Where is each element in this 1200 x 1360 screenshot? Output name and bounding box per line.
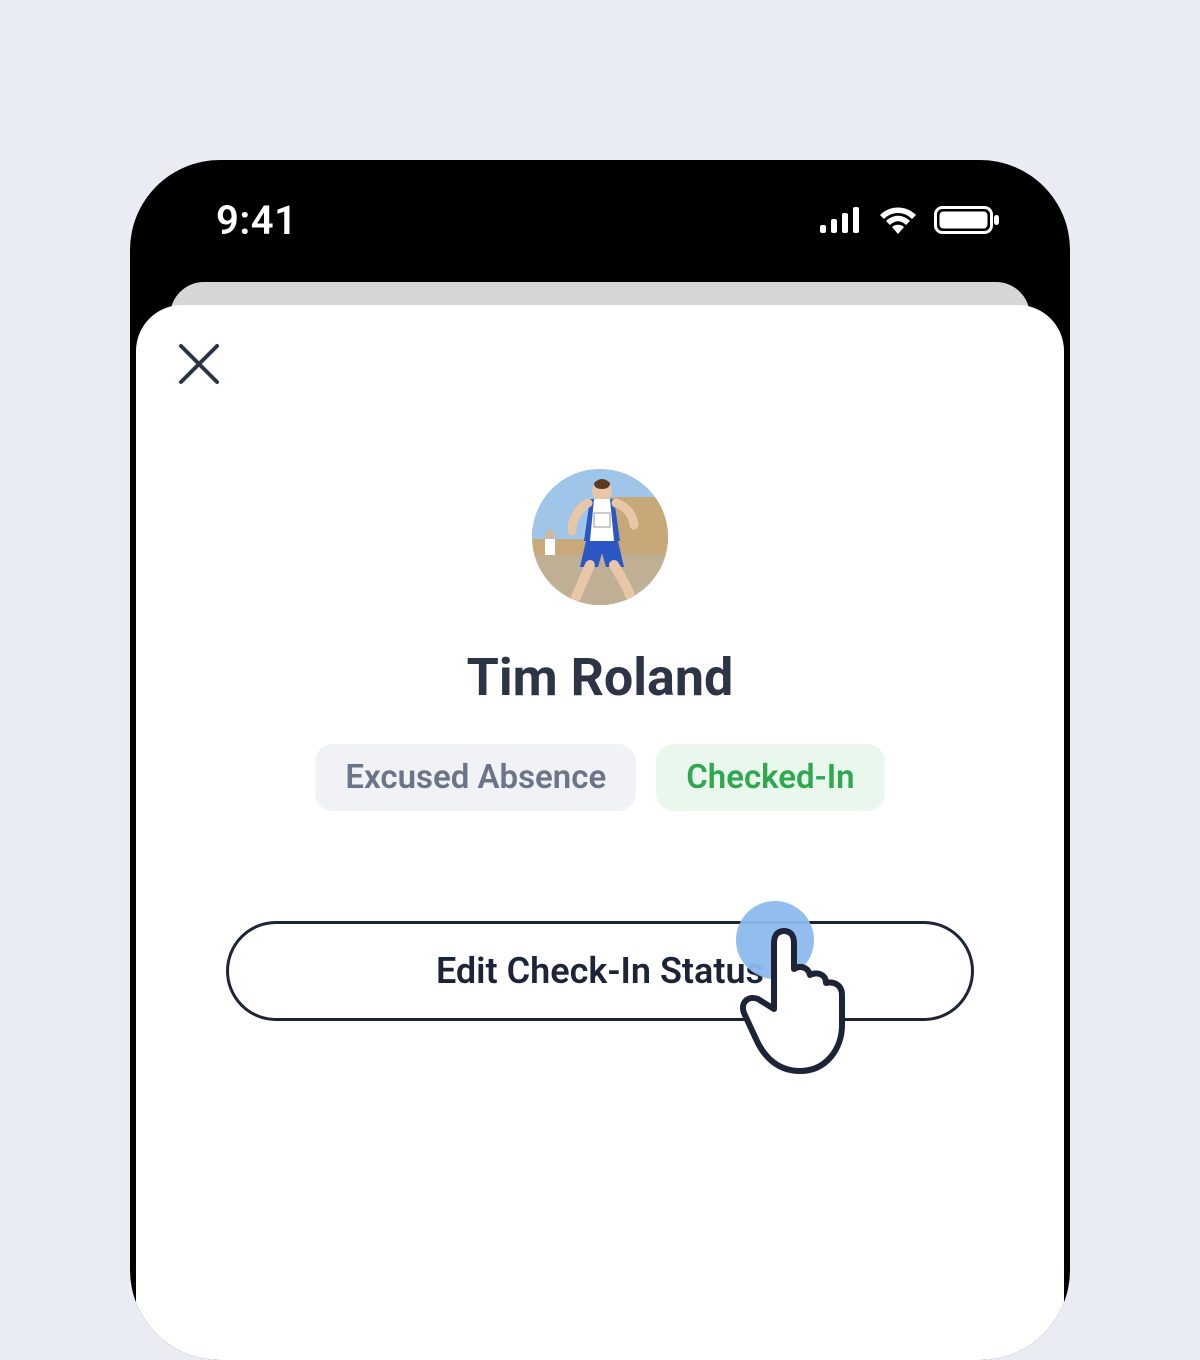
close-icon xyxy=(177,342,221,386)
status-icons xyxy=(820,206,1000,234)
avatar xyxy=(532,469,668,605)
status-time: 9:41 xyxy=(216,197,297,244)
edit-checkin-label: Edit Check-In Status xyxy=(436,950,764,992)
status-bar: 9:41 xyxy=(130,160,1070,280)
profile-name: Tim Roland xyxy=(176,647,1024,708)
avatar-illustration xyxy=(532,469,668,605)
close-button[interactable] xyxy=(172,337,226,391)
badge-excused-absence: Excused Absence xyxy=(315,744,636,811)
profile-sheet: Tim Roland Excused Absence Checked-In Ed… xyxy=(136,305,1064,1360)
cellular-icon xyxy=(820,207,862,233)
phone-frame: 9:41 xyxy=(130,160,1070,1360)
status-badges: Excused Absence Checked-In xyxy=(176,744,1024,811)
edit-checkin-button[interactable]: Edit Check-In Status xyxy=(226,921,974,1021)
wifi-icon xyxy=(878,206,918,234)
battery-icon xyxy=(934,206,1000,234)
badge-checked-in: Checked-In xyxy=(656,744,884,811)
